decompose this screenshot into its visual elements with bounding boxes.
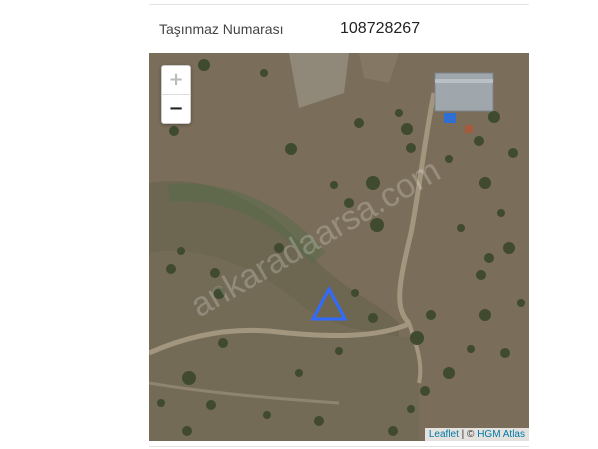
zoom-in-button[interactable]: + (162, 66, 190, 94)
parcel-number-value: 108728267 (340, 20, 421, 37)
zoom-control: + − (161, 65, 191, 124)
zoom-out-button[interactable]: − (162, 95, 190, 123)
map-attribution: Leaflet | © HGM Atlas (424, 428, 529, 441)
leaflet-link[interactable]: Leaflet (429, 429, 459, 440)
bottom-divider (149, 446, 529, 447)
hgm-atlas-link[interactable]: HGM Atlas (477, 429, 525, 440)
satellite-imagery: ankaradaarsa.com (149, 53, 529, 441)
map-view[interactable]: ankaradaarsa.com + − Leaflet | © HGM Atl… (149, 53, 529, 441)
parcel-number-row: Taşınmaz Numarası 108728267 (149, 5, 529, 53)
parcel-number-label: Taşınmaz Numarası (159, 21, 284, 37)
attribution-separator: | © (458, 429, 478, 440)
